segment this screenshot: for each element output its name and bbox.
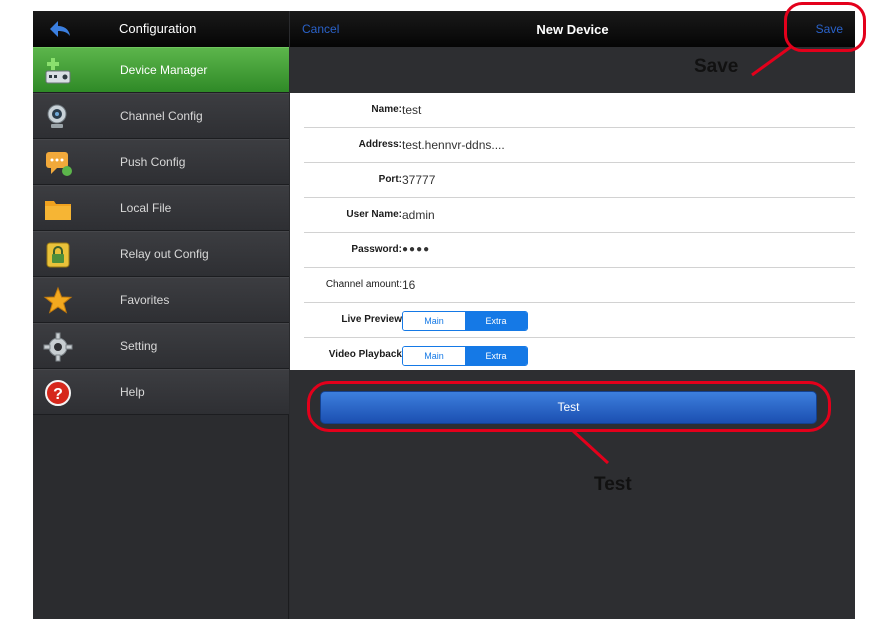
test-callout-label: Test	[594, 474, 632, 495]
test-callout-ring	[307, 381, 831, 432]
callout-lines	[570, 44, 793, 465]
save-callout-label: Save	[694, 56, 739, 77]
